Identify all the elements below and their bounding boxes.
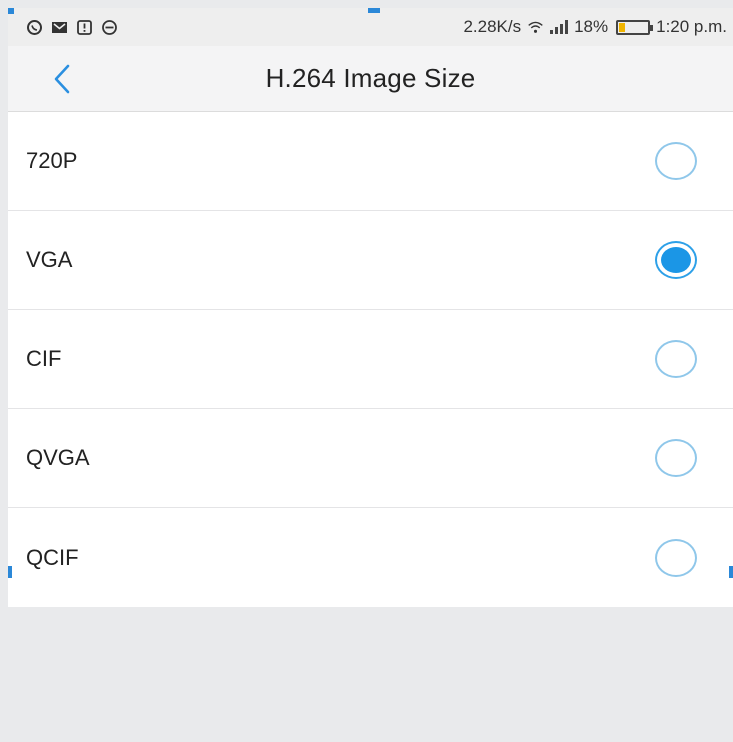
option-label: QCIF — [26, 544, 79, 570]
whatsapp-icon — [26, 19, 43, 36]
alert-icon — [76, 19, 93, 36]
back-button[interactable] — [44, 60, 80, 98]
app-screen: 2.28K/s 18% 1:20 p.m. H.264 Image Size 7… — [0, 0, 733, 742]
wifi-icon — [527, 19, 544, 36]
selection-handle — [729, 566, 733, 578]
option-row-vga[interactable]: VGA — [8, 211, 733, 310]
radio-button-selected[interactable] — [655, 241, 697, 279]
option-label: CIF — [26, 346, 62, 371]
radio-button[interactable] — [655, 340, 697, 378]
do-not-disturb-icon — [101, 19, 118, 36]
gmail-icon — [51, 19, 68, 36]
radio-button[interactable] — [655, 142, 697, 180]
radio-button[interactable] — [655, 439, 697, 477]
option-row-cif[interactable]: CIF — [8, 310, 733, 409]
clock: 1:20 p.m. — [656, 17, 727, 36]
option-row-qcif[interactable]: QCIF — [8, 508, 733, 607]
signal-strength-icon — [550, 20, 569, 34]
status-right-info: 2.28K/s 18% 1:20 p.m. — [463, 17, 727, 37]
option-label: VGA — [26, 247, 73, 272]
status-bar: 2.28K/s 18% 1:20 p.m. — [8, 8, 733, 46]
app-header: H.264 Image Size — [8, 46, 733, 112]
selection-handle — [368, 8, 380, 13]
option-row-qvga[interactable]: QVGA — [8, 409, 733, 508]
selection-handle — [8, 8, 14, 14]
battery-percent: 18% — [574, 17, 609, 36]
radio-button[interactable] — [655, 538, 697, 577]
option-row-720p[interactable]: 720P — [8, 112, 733, 211]
status-left-icons — [26, 19, 118, 36]
option-label: 720P — [26, 148, 78, 173]
battery-level-fill — [619, 22, 625, 32]
image-size-option-list: 720P VGA CIF QVGA QCIF — [8, 112, 733, 607]
chevron-left-icon — [54, 64, 70, 94]
radio-dot-icon — [661, 247, 691, 273]
option-label: QVGA — [26, 445, 90, 470]
selection-handle — [8, 566, 12, 578]
network-speed: 2.28K/s — [463, 17, 522, 36]
page-title: H.264 Image Size — [265, 63, 476, 93]
battery-icon — [616, 19, 654, 35]
